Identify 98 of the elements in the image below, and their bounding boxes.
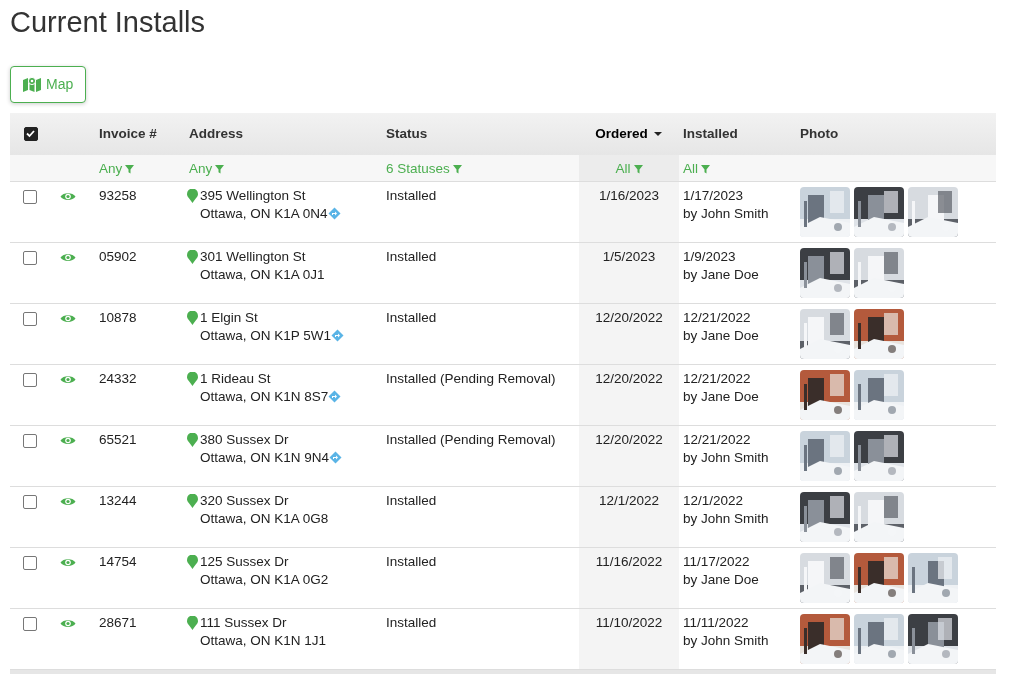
- ordered-date: 12/1/2022: [598, 493, 660, 509]
- installer-name: by John Smith: [683, 204, 770, 223]
- invoice-number: 28671: [99, 615, 137, 631]
- location-pin-icon[interactable]: [187, 189, 198, 204]
- view-icon[interactable]: [60, 313, 76, 325]
- invoice-number: 65521: [99, 432, 137, 448]
- installed-date: 1/17/2023: [683, 187, 745, 205]
- view-icon[interactable]: [60, 252, 76, 264]
- status-text: Installed (Pending Removal): [386, 432, 556, 448]
- installer-name: by Jane Doe: [683, 265, 760, 284]
- column-header[interactable]: Photo: [800, 125, 839, 141]
- checkbox[interactable]: [23, 372, 37, 387]
- invoice-number: 24332: [99, 371, 137, 387]
- status-text: Installed: [386, 554, 437, 570]
- installed-date: 12/21/2022: [683, 370, 752, 388]
- location-pin-icon[interactable]: [187, 250, 198, 265]
- checkbox[interactable]: [23, 494, 37, 509]
- ordered-date: 12/20/2022: [595, 432, 663, 448]
- directions-icon[interactable]: [327, 207, 341, 220]
- checkbox[interactable]: [23, 555, 37, 570]
- installer-name: by John Smith: [683, 631, 770, 650]
- column-header[interactable]: Installed: [683, 125, 738, 141]
- checkbox[interactable]: [23, 250, 37, 265]
- city-address: Ottawa, ON K1N 8S7: [200, 387, 329, 406]
- directions-icon[interactable]: [331, 329, 345, 342]
- filter-icon: [215, 164, 225, 174]
- installer-name: by John Smith: [683, 509, 770, 528]
- column-header[interactable]: Address: [189, 125, 244, 141]
- street-address: 320 Sussex Dr: [200, 492, 289, 510]
- installer-name: by Jane Doe: [683, 387, 760, 406]
- installer-name: by John Smith: [683, 448, 770, 467]
- street-address: 1 Elgin St: [200, 309, 258, 327]
- installed-date: 11/17/2022: [683, 553, 751, 571]
- street-address: 301 Wellington St: [200, 248, 306, 266]
- city-address: Ottawa, ON K1A 0G2: [200, 570, 329, 589]
- directions-icon[interactable]: [329, 451, 343, 464]
- installed-date: 12/21/2022: [683, 431, 752, 449]
- city-address: Ottawa, ON K1A 0N4: [200, 204, 328, 223]
- street-address: 380 Sussex Dr: [200, 431, 289, 449]
- filter-icon: [125, 164, 135, 174]
- checkbox[interactable]: [23, 433, 37, 448]
- status-text: Installed: [386, 249, 437, 265]
- filter-icon: [633, 164, 643, 174]
- invoice-number: 14754: [99, 554, 137, 570]
- status-text: Installed (Pending Removal): [386, 371, 556, 387]
- view-icon[interactable]: [60, 557, 76, 569]
- location-pin-icon[interactable]: [187, 433, 198, 448]
- invoice-number: 10878: [99, 310, 137, 326]
- directions-icon[interactable]: [328, 390, 342, 403]
- view-icon[interactable]: [60, 618, 76, 630]
- installer-name: by Jane Doe: [683, 570, 760, 589]
- page-title: Current Installs: [10, 5, 206, 40]
- installed-date: 1/9/2023: [683, 248, 737, 266]
- invoice-number: 93258: [99, 188, 137, 204]
- map-icon: [23, 76, 41, 93]
- ordered-date: 11/10/2022: [595, 615, 663, 631]
- location-pin-icon[interactable]: [187, 372, 198, 387]
- city-address: Ottawa, ON K1P 5W1: [200, 326, 332, 345]
- ordered-date: 1/5/2023: [602, 249, 656, 265]
- ordered-date: 11/16/2022: [595, 554, 663, 570]
- street-address: 125 Sussex Dr: [200, 553, 289, 571]
- checkbox[interactable]: [23, 311, 37, 326]
- ordered-date: 12/20/2022: [595, 310, 663, 326]
- status-text: Installed: [386, 493, 437, 509]
- location-pin-icon[interactable]: [187, 311, 198, 326]
- view-icon[interactable]: [60, 435, 76, 447]
- caret-icon: [652, 131, 663, 137]
- ordered-date: 1/16/2023: [598, 188, 660, 204]
- street-address: 395 Wellington St: [200, 187, 306, 205]
- status-text: Installed: [386, 188, 437, 204]
- column-header[interactable]: Ordered: [595, 125, 648, 141]
- location-pin-icon[interactable]: [187, 555, 198, 570]
- location-pin-icon[interactable]: [187, 494, 198, 509]
- column-header[interactable]: Status: [386, 125, 428, 141]
- view-icon[interactable]: [60, 496, 76, 508]
- installed-date: 11/11/2022: [683, 614, 750, 632]
- checkbox[interactable]: [23, 189, 37, 204]
- installer-name: by Jane Doe: [683, 326, 760, 345]
- city-address: Ottawa, ON K1A 0G8: [200, 509, 329, 528]
- city-address: Ottawa, ON K1N 9N4: [200, 448, 330, 467]
- filter-icon: [701, 164, 710, 174]
- view-icon[interactable]: [60, 374, 76, 386]
- checkbox[interactable]: [24, 127, 38, 141]
- city-address: Ottawa, ON K1N 1J1: [200, 631, 327, 650]
- location-pin-icon[interactable]: [187, 616, 198, 631]
- invoice-number: 13244: [99, 493, 137, 509]
- status-text: Installed: [386, 615, 437, 631]
- status-text: Installed: [386, 310, 437, 326]
- installed-date: 12/1/2022: [683, 492, 745, 510]
- installed-date: 12/21/2022: [683, 309, 752, 327]
- street-address: 111 Sussex Dr: [200, 614, 287, 632]
- checkbox[interactable]: [23, 616, 37, 631]
- invoice-number: 05902: [99, 249, 137, 265]
- filter-icon: [452, 164, 462, 174]
- ordered-date: 12/20/2022: [595, 371, 663, 387]
- view-icon[interactable]: [60, 191, 76, 203]
- street-address: 1 Rideau St: [200, 370, 271, 388]
- city-address: Ottawa, ON K1A 0J1: [200, 265, 325, 284]
